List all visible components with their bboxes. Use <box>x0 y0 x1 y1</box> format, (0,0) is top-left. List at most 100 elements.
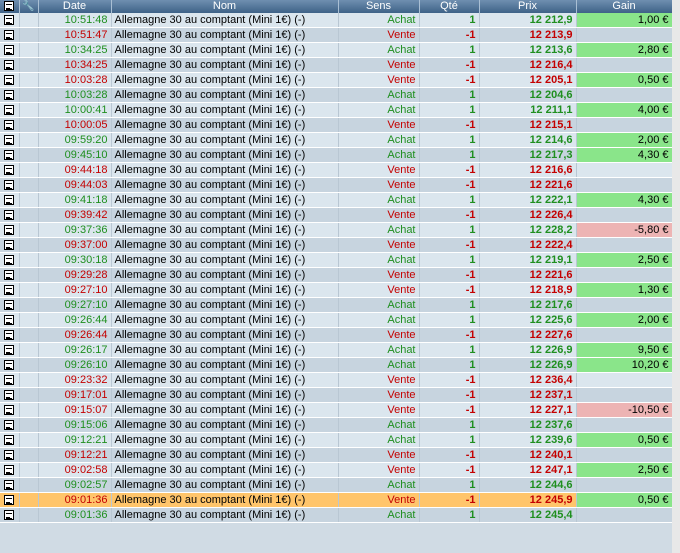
document-icon[interactable] <box>4 195 15 206</box>
row-details-cell[interactable] <box>0 117 20 133</box>
document-icon[interactable] <box>4 390 15 401</box>
table-row[interactable]: 09:26:17 Allemagne 30 au comptant (Mini 1… <box>0 342 673 358</box>
table-row[interactable]: 09:26:44 Allemagne 30 au comptant (Mini 1… <box>0 327 673 343</box>
row-details-cell[interactable] <box>0 297 20 313</box>
row-details-cell[interactable] <box>0 327 20 343</box>
document-icon[interactable] <box>4 420 15 431</box>
row-details-cell[interactable] <box>0 27 20 43</box>
table-row[interactable]: 09:26:44 Allemagne 30 au comptant (Mini 1… <box>0 312 673 328</box>
document-icon[interactable] <box>4 510 15 521</box>
table-row[interactable]: 09:01:36 Allemagne 30 au comptant (Mini 1… <box>0 507 673 523</box>
row-details-cell[interactable] <box>0 372 20 388</box>
document-icon[interactable] <box>4 45 15 56</box>
row-details-cell[interactable] <box>0 13 20 28</box>
row-details-cell[interactable] <box>0 267 20 283</box>
document-icon[interactable] <box>4 405 15 416</box>
document-icon[interactable] <box>4 285 15 296</box>
row-details-cell[interactable] <box>0 387 20 403</box>
row-details-cell[interactable] <box>0 282 20 298</box>
document-icon[interactable] <box>4 375 15 386</box>
table-row[interactable]: 09:44:18 Allemagne 30 au comptant (Mini 1… <box>0 162 673 178</box>
document-icon[interactable] <box>4 255 15 266</box>
document-icon[interactable] <box>4 75 15 86</box>
row-details-cell[interactable] <box>0 102 20 118</box>
document-icon[interactable] <box>4 315 15 326</box>
table-row[interactable]: 09:59:20 Allemagne 30 au comptant (Mini 1… <box>0 132 673 148</box>
table-row[interactable]: 09:12:21 Allemagne 30 au comptant (Mini 1… <box>0 447 673 463</box>
table-row[interactable]: 10:34:25 Allemagne 30 au comptant (Mini 1… <box>0 57 673 73</box>
column-header-name[interactable]: Nom <box>111 0 339 13</box>
column-header-date[interactable]: Date <box>38 0 112 13</box>
table-row[interactable]: 10:34:25 Allemagne 30 au comptant (Mini 1… <box>0 42 673 58</box>
table-row[interactable]: 09:02:57 Allemagne 30 au comptant (Mini 1… <box>0 477 673 493</box>
row-details-cell[interactable] <box>0 312 20 328</box>
row-details-cell[interactable] <box>0 72 20 88</box>
document-icon[interactable] <box>4 135 15 146</box>
document-icon[interactable] <box>4 30 15 41</box>
document-icon[interactable] <box>4 345 15 356</box>
document-icon[interactable] <box>4 270 15 281</box>
column-header-qty[interactable]: Qté <box>419 0 480 13</box>
table-row[interactable]: 09:01:36 Allemagne 30 au comptant (Mini 1… <box>0 492 673 508</box>
document-icon[interactable] <box>4 120 15 131</box>
row-details-cell[interactable] <box>0 462 20 478</box>
row-details-cell[interactable] <box>0 192 20 208</box>
table-row[interactable]: 09:27:10 Allemagne 30 au comptant (Mini 1… <box>0 297 673 313</box>
document-icon[interactable] <box>4 435 15 446</box>
row-details-cell[interactable] <box>0 177 20 193</box>
row-details-cell[interactable] <box>0 237 20 253</box>
table-row[interactable]: 10:00:05 Allemagne 30 au comptant (Mini 1… <box>0 117 673 133</box>
row-details-cell[interactable] <box>0 132 20 148</box>
column-header-gain[interactable]: Gain <box>576 0 673 13</box>
row-details-cell[interactable] <box>0 507 20 523</box>
document-icon[interactable] <box>4 210 15 221</box>
table-row[interactable]: 09:15:06 Allemagne 30 au comptant (Mini 1… <box>0 417 673 433</box>
row-details-cell[interactable] <box>0 252 20 268</box>
row-details-cell[interactable] <box>0 477 20 493</box>
table-row[interactable]: 09:29:28 Allemagne 30 au comptant (Mini 1… <box>0 267 673 283</box>
document-icon[interactable] <box>4 240 15 251</box>
table-row[interactable]: 09:41:18 Allemagne 30 au comptant (Mini 1… <box>0 192 673 208</box>
row-details-cell[interactable] <box>0 207 20 223</box>
document-icon[interactable] <box>4 360 15 371</box>
table-row[interactable]: 10:51:48 Allemagne 30 au comptant (Mini 1… <box>0 13 673 28</box>
table-row[interactable]: 09:02:58 Allemagne 30 au comptant (Mini 1… <box>0 462 673 478</box>
document-icon[interactable] <box>4 165 15 176</box>
table-row[interactable]: 09:37:36 Allemagne 30 au comptant (Mini 1… <box>0 222 673 238</box>
column-header-tools[interactable]: 🔧 <box>19 0 39 13</box>
document-icon[interactable] <box>4 60 15 71</box>
row-details-cell[interactable] <box>0 42 20 58</box>
row-details-cell[interactable] <box>0 417 20 433</box>
row-details-cell[interactable] <box>0 492 20 508</box>
document-icon[interactable] <box>4 465 15 476</box>
table-row[interactable]: 10:51:47 Allemagne 30 au comptant (Mini 1… <box>0 27 673 43</box>
column-header-sens[interactable]: Sens <box>338 0 420 13</box>
document-icon[interactable] <box>4 330 15 341</box>
row-details-cell[interactable] <box>0 432 20 448</box>
column-header-details[interactable] <box>0 0 20 13</box>
document-icon[interactable] <box>4 480 15 491</box>
document-icon[interactable] <box>4 150 15 161</box>
row-details-cell[interactable] <box>0 357 20 373</box>
table-row[interactable]: 09:23:32 Allemagne 30 au comptant (Mini 1… <box>0 372 673 388</box>
table-row[interactable]: 10:03:28 Allemagne 30 au comptant (Mini 1… <box>0 87 673 103</box>
table-row[interactable]: 09:44:03 Allemagne 30 au comptant (Mini 1… <box>0 177 673 193</box>
table-row[interactable]: 09:39:42 Allemagne 30 au comptant (Mini 1… <box>0 207 673 223</box>
row-details-cell[interactable] <box>0 402 20 418</box>
table-row[interactable]: 09:45:10 Allemagne 30 au comptant (Mini 1… <box>0 147 673 163</box>
document-icon[interactable] <box>4 495 15 506</box>
document-icon[interactable] <box>4 225 15 236</box>
table-row[interactable]: 09:37:00 Allemagne 30 au comptant (Mini 1… <box>0 237 673 253</box>
document-icon[interactable] <box>4 105 15 116</box>
row-details-cell[interactable] <box>0 222 20 238</box>
row-details-cell[interactable] <box>0 147 20 163</box>
table-row[interactable]: 10:00:41 Allemagne 30 au comptant (Mini 1… <box>0 102 673 118</box>
table-row[interactable]: 09:15:07 Allemagne 30 au comptant (Mini 1… <box>0 402 673 418</box>
document-icon[interactable] <box>4 300 15 311</box>
row-details-cell[interactable] <box>0 57 20 73</box>
table-row[interactable]: 10:03:28 Allemagne 30 au comptant (Mini 1… <box>0 72 673 88</box>
document-icon[interactable] <box>4 180 15 191</box>
table-row[interactable]: 09:12:21 Allemagne 30 au comptant (Mini 1… <box>0 432 673 448</box>
document-icon[interactable] <box>4 450 15 461</box>
row-details-cell[interactable] <box>0 162 20 178</box>
